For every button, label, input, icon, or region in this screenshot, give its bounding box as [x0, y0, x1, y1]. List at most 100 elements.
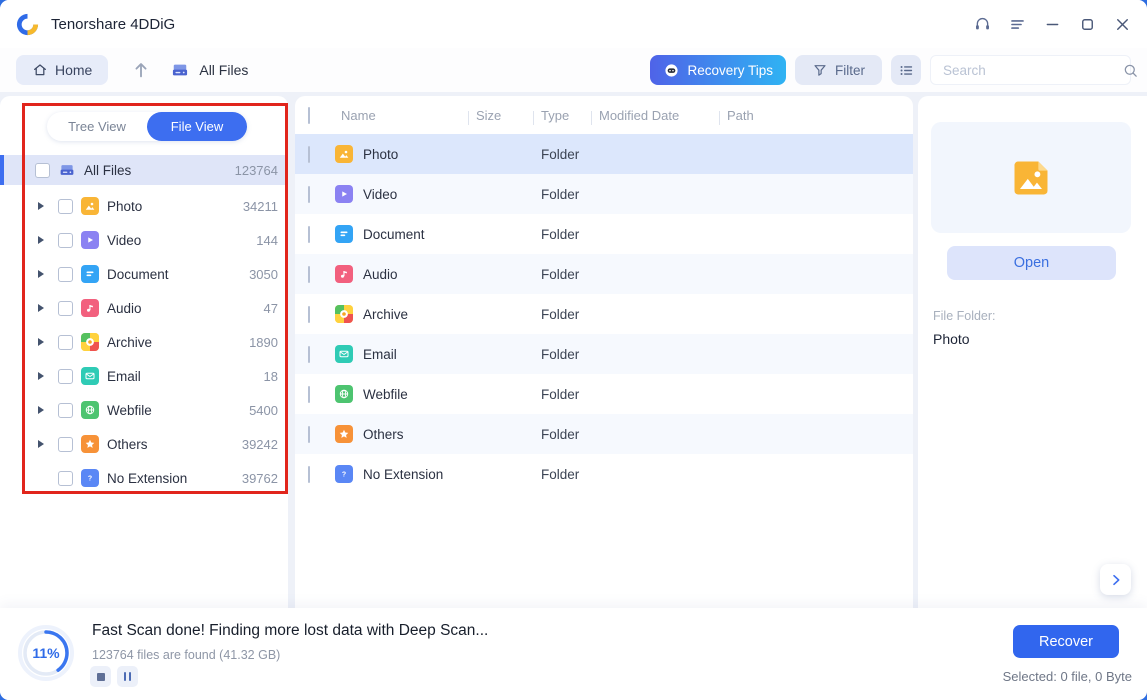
tab-label: Tree View: [68, 119, 126, 134]
status-bar: 11% Fast Scan done! Finding more lost da…: [0, 608, 1147, 700]
table-row[interactable]: Archive Folder: [295, 294, 913, 334]
checkbox[interactable]: [58, 233, 73, 248]
column-header-type[interactable]: Type: [535, 108, 593, 123]
svg-text:?: ?: [88, 476, 92, 483]
sidebar-item-count: 18: [264, 369, 278, 384]
expand-arrow-icon[interactable]: [38, 338, 47, 347]
sidebar-item-count: 39242: [242, 437, 278, 452]
column-header-path[interactable]: Path: [721, 108, 913, 123]
sidebar-item-photo[interactable]: Photo 34211: [0, 189, 288, 223]
table-row[interactable]: Others Folder: [295, 414, 913, 454]
sidebar-item-others[interactable]: Others 39242: [0, 427, 288, 461]
file-name: Email: [363, 347, 397, 362]
checkbox[interactable]: [308, 186, 310, 203]
scan-status-subtitle: 123764 files are found (41.32 GB): [92, 648, 280, 662]
table-row[interactable]: Document Folder: [295, 214, 913, 254]
home-button[interactable]: Home: [16, 55, 108, 85]
sidebar-item-count: 47: [264, 301, 278, 316]
checkbox[interactable]: [58, 403, 73, 418]
recovery-tips-button[interactable]: Recovery Tips: [650, 55, 786, 85]
up-button[interactable]: [130, 59, 152, 81]
drive-icon: [170, 60, 190, 80]
app-title: Tenorshare 4DDiG: [51, 16, 175, 33]
expand-arrow-icon[interactable]: [38, 406, 47, 415]
stop-scan-button[interactable]: [90, 666, 111, 687]
sidebar-item-label: Others: [107, 437, 148, 452]
table-row[interactable]: ?No Extension Folder: [295, 454, 913, 494]
table-row[interactable]: Email Folder: [295, 334, 913, 374]
home-label: Home: [55, 62, 92, 78]
sidebar-item-video[interactable]: Video 144: [0, 223, 288, 257]
expand-arrow-icon[interactable]: [38, 304, 47, 313]
expand-arrow-icon[interactable]: [38, 236, 47, 245]
breadcrumb[interactable]: All Files: [170, 60, 248, 80]
checkbox[interactable]: [58, 335, 73, 350]
table-row[interactable]: Video Folder: [295, 174, 913, 214]
checkbox[interactable]: [308, 426, 310, 443]
sidebar-item-all-files[interactable]: All Files 123764: [0, 155, 288, 185]
close-button[interactable]: [1111, 13, 1133, 35]
collapse-panel-button[interactable]: [1100, 564, 1131, 595]
sidebar-item-audio[interactable]: Audio 47: [0, 291, 288, 325]
sidebar-item-count: 144: [256, 233, 278, 248]
checkbox[interactable]: [35, 163, 50, 178]
checkbox[interactable]: [308, 146, 310, 163]
app-window: Tenorshare 4DDiG: [0, 0, 1147, 700]
support-headset-icon[interactable]: [971, 13, 993, 35]
expand-arrow-icon[interactable]: [38, 372, 47, 381]
search-input[interactable]: [941, 62, 1122, 79]
sidebar-item-webfile[interactable]: Webfile 5400: [0, 393, 288, 427]
checkbox[interactable]: [58, 471, 73, 486]
sidebar-item-count: 1890: [249, 335, 278, 350]
tab-tree-view[interactable]: Tree View: [47, 112, 147, 141]
column-header-modified[interactable]: Modified Date: [593, 108, 721, 123]
chevron-right-icon: [1108, 572, 1124, 588]
star-icon: [81, 435, 99, 453]
sidebar-item-document[interactable]: Document 3050: [0, 257, 288, 291]
file-type: Folder: [535, 187, 593, 202]
svg-text:?: ?: [342, 472, 346, 479]
question-mark-icon: ?: [335, 465, 353, 483]
expand-arrow-icon[interactable]: [38, 440, 47, 449]
checkbox[interactable]: [58, 369, 73, 384]
sidebar-item-label: Video: [107, 233, 141, 248]
photo-file-icon: [1009, 156, 1053, 200]
recover-button[interactable]: Recover: [1013, 625, 1119, 658]
tab-file-view[interactable]: File View: [147, 112, 247, 141]
filter-button[interactable]: Filter: [795, 55, 882, 85]
sidebar-item-label: Email: [107, 369, 141, 384]
sidebar-item-no-extension[interactable]: ? No Extension 39762: [0, 461, 288, 495]
file-type: Folder: [535, 267, 593, 282]
checkbox[interactable]: [308, 346, 310, 363]
column-header-name[interactable]: Name: [335, 108, 470, 123]
checkbox[interactable]: [58, 199, 73, 214]
pause-scan-button[interactable]: [117, 666, 138, 687]
search-box: [930, 55, 1131, 85]
checkbox[interactable]: [308, 386, 310, 403]
table-row[interactable]: Webfile Folder: [295, 374, 913, 414]
view-mode-button[interactable]: [891, 55, 921, 85]
checkbox[interactable]: [58, 437, 73, 452]
sidebar-item-email[interactable]: Email 18: [0, 359, 288, 393]
question-mark-icon: ?: [81, 469, 99, 487]
minimize-button[interactable]: [1041, 13, 1063, 35]
checkbox[interactable]: [58, 301, 73, 316]
table-row[interactable]: Audio Folder: [295, 254, 913, 294]
sidebar-item-archive[interactable]: Archive 1890: [0, 325, 288, 359]
expand-arrow-icon[interactable]: [38, 270, 47, 279]
checkbox[interactable]: [308, 226, 310, 243]
column-header-size[interactable]: Size: [470, 108, 535, 123]
search-icon[interactable]: [1122, 62, 1139, 79]
table-row[interactable]: Photo Folder: [295, 134, 913, 174]
checkbox[interactable]: [308, 466, 310, 483]
expand-arrow-icon[interactable]: [38, 202, 47, 211]
checkbox[interactable]: [58, 267, 73, 282]
checkbox[interactable]: [308, 266, 310, 283]
sidebar-item-count: 34211: [243, 199, 278, 214]
maximize-button[interactable]: [1076, 13, 1098, 35]
menu-icon[interactable]: [1006, 13, 1028, 35]
checkbox[interactable]: [308, 306, 310, 323]
select-all-checkbox[interactable]: [308, 107, 310, 124]
open-button[interactable]: Open: [947, 246, 1116, 280]
file-type: Folder: [535, 147, 593, 162]
